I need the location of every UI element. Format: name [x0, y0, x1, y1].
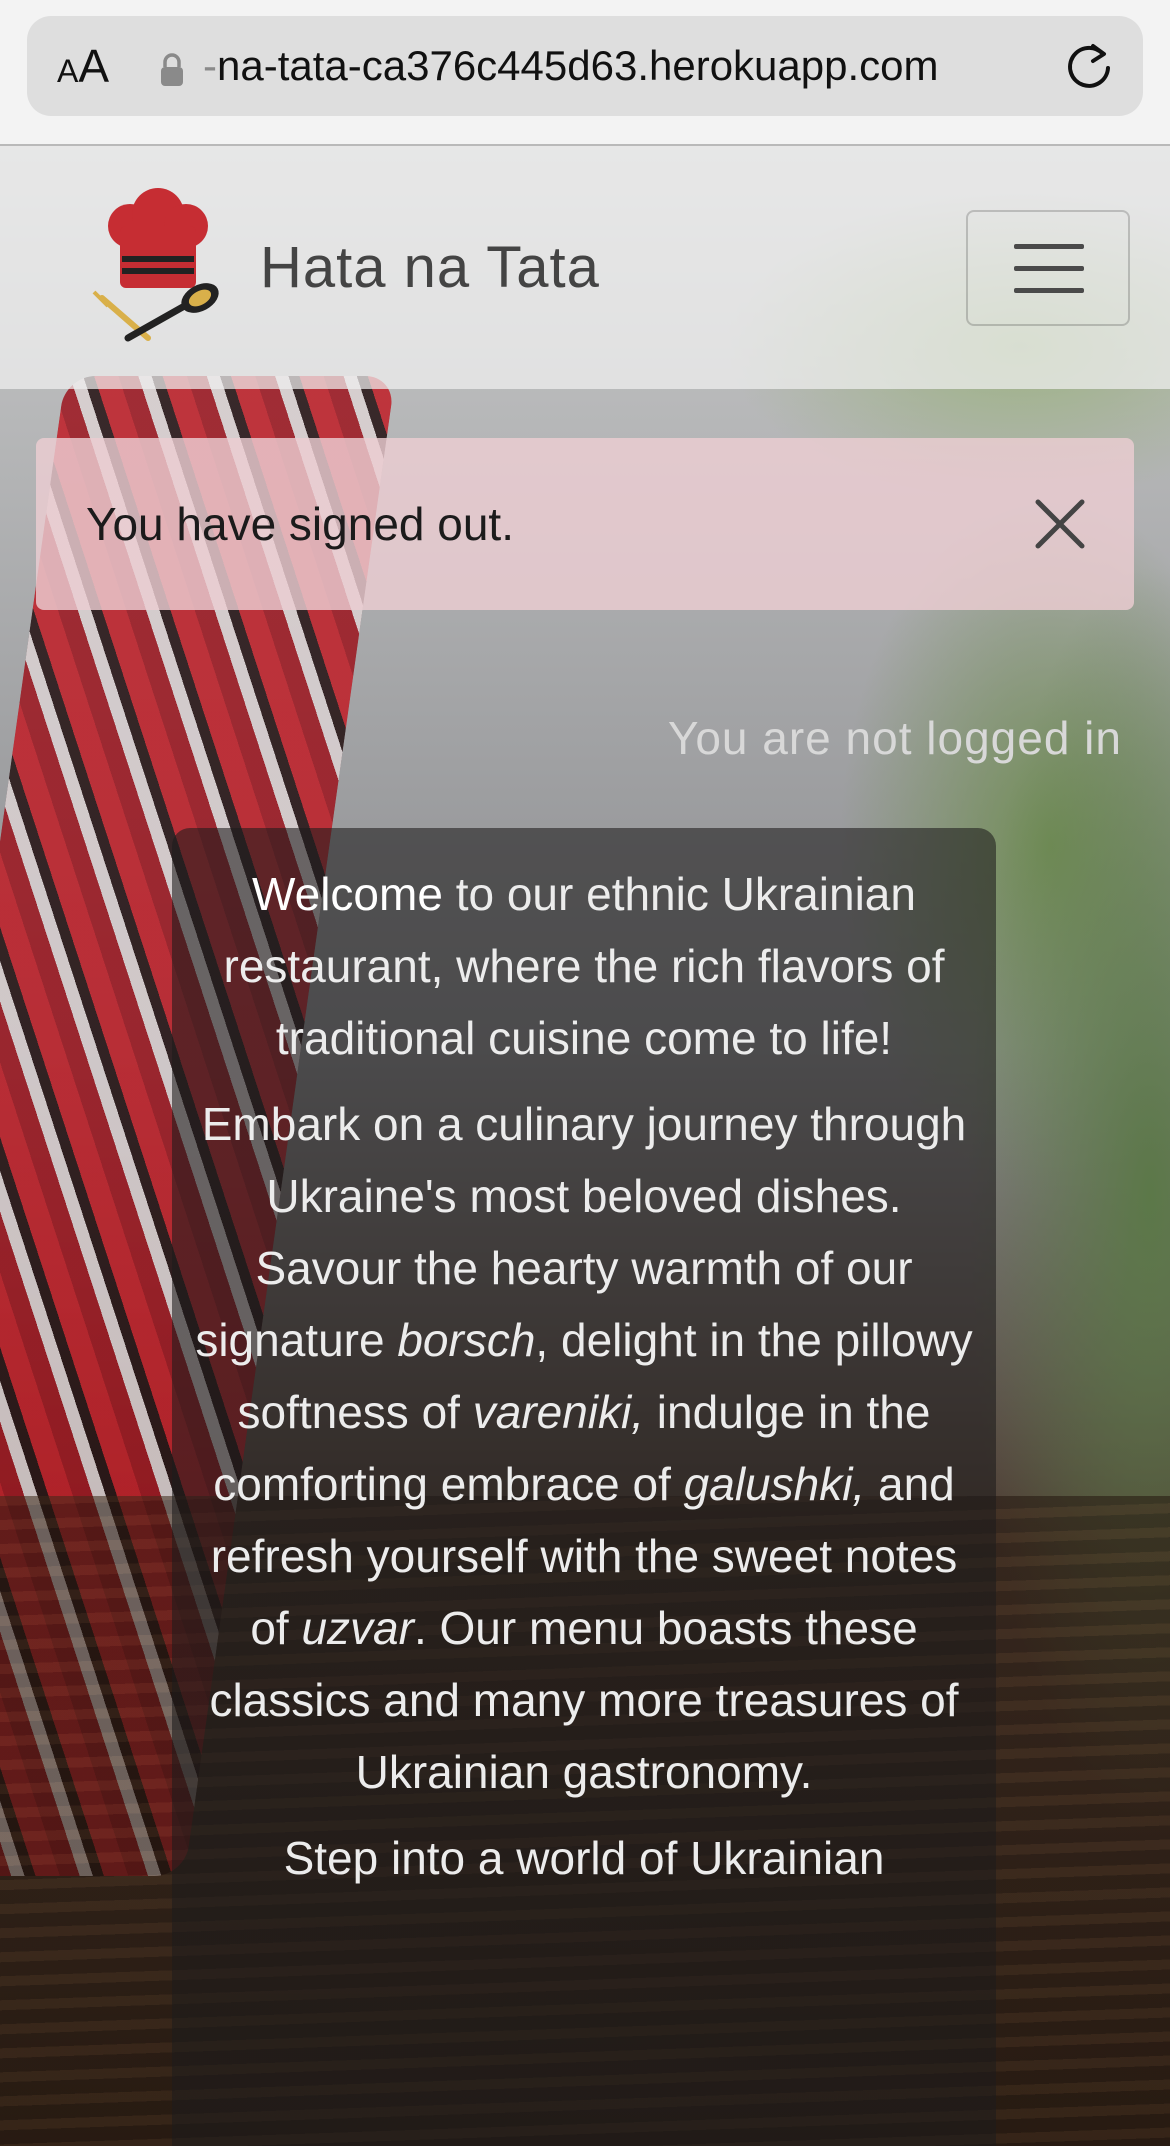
hamburger-icon-bar — [1014, 288, 1084, 293]
dish-uzvar: uzvar — [301, 1602, 414, 1654]
welcome-paragraph-1: Welcome to our ethnic Ukrainian restaura… — [190, 858, 978, 1074]
hamburger-icon-bar — [1014, 266, 1084, 271]
welcome-text: Welcome to our ethnic Ukrainian restaura… — [190, 858, 978, 1908]
lock-icon — [161, 53, 183, 86]
url-fade: - — [203, 42, 217, 89]
dish-galushki: galushki, — [683, 1458, 866, 1510]
brand-name[interactable]: Hata na Tata — [260, 230, 600, 306]
welcome-paragraph-3: Step into a world of Ukrainian — [283, 1832, 885, 1884]
dish-borsch: borsch — [397, 1314, 536, 1366]
dish-vareniki: vareniki, — [472, 1386, 645, 1438]
text-size-button[interactable]: AA — [57, 40, 109, 92]
url-host: na-tata-ca376c445d63.herokuapp.com — [217, 42, 939, 89]
welcome-card: Welcome to our ethnic Ukrainian restaura… — [172, 828, 996, 2146]
hamburger-icon — [1014, 244, 1084, 249]
login-status: You are not logged in — [667, 712, 1122, 764]
alert-message: You have signed out. — [86, 498, 514, 550]
menu-toggle-button[interactable] — [966, 210, 1130, 326]
close-icon[interactable] — [1032, 496, 1088, 552]
page-content: Hata na Tata You have signed out. You ar… — [0, 146, 1170, 2146]
text-size-small-glyph: A — [57, 53, 79, 89]
text-size-large-glyph: A — [78, 40, 110, 92]
chef-hat-logo[interactable] — [88, 188, 228, 348]
reload-icon[interactable] — [1063, 40, 1115, 92]
welcome-paragraph-2: Embark on a culinary journey through Ukr… — [190, 1088, 978, 1808]
browser-address-bar: AA -na-tata-ca376c445d63.herokuapp.com — [0, 0, 1170, 146]
navbar: Hata na Tata — [0, 146, 1170, 389]
url-text[interactable]: -na-tata-ca376c445d63.herokuapp.com — [203, 38, 1083, 94]
url-field[interactable]: AA -na-tata-ca376c445d63.herokuapp.com — [27, 16, 1143, 116]
signout-alert: You have signed out. — [36, 438, 1134, 610]
welcome-heading: Welcome — [252, 868, 443, 920]
